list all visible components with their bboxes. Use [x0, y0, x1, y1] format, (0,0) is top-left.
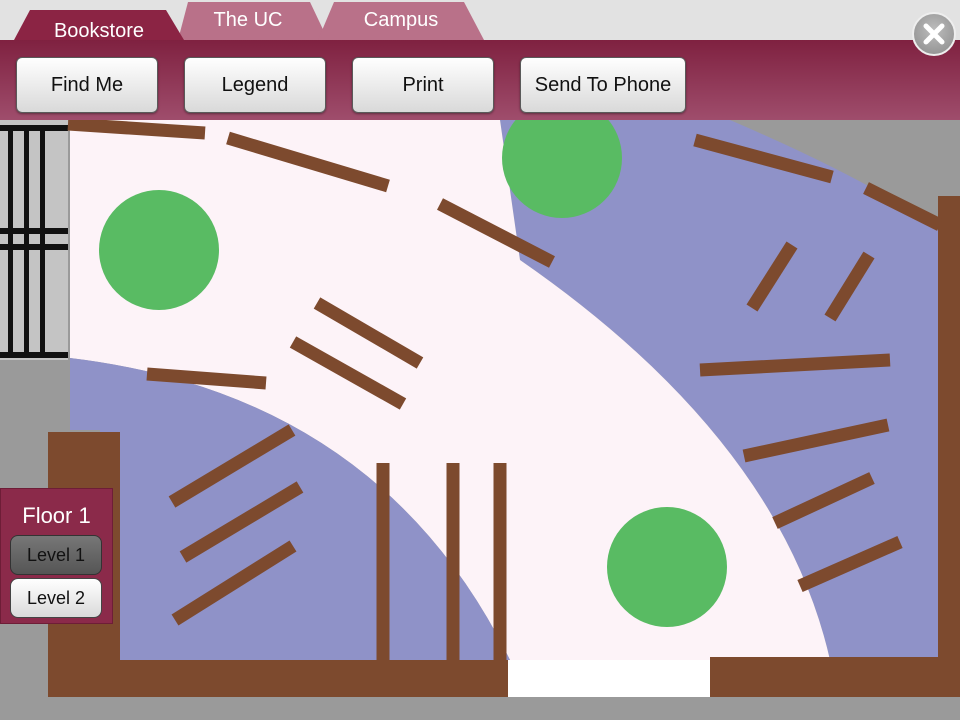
legend-button[interactable]: Legend [184, 57, 326, 113]
level-1-button[interactable]: Level 1 [10, 535, 102, 575]
tab-bookstore[interactable]: Bookstore [14, 0, 184, 42]
level-2-button[interactable]: Level 2 [10, 578, 102, 618]
send-to-phone-button[interactable]: Send To Phone [520, 57, 686, 113]
stairs [0, 120, 68, 360]
print-button[interactable]: Print [352, 57, 494, 113]
tab-the-uc[interactable]: The UC [168, 0, 328, 40]
close-button[interactable] [912, 12, 956, 56]
floor-map[interactable] [0, 120, 960, 720]
tab-campus[interactable]: Campus [318, 0, 484, 40]
tab-campus-label: Campus [363, 9, 439, 31]
find-me-button[interactable]: Find Me [16, 57, 158, 113]
floor-title: Floor 1 [22, 503, 91, 528]
floor-selector: Floor 1 Level 1 Level 2 [0, 488, 113, 624]
close-x-icon [923, 23, 945, 45]
tab-the-uc-label: The UC [213, 9, 283, 31]
